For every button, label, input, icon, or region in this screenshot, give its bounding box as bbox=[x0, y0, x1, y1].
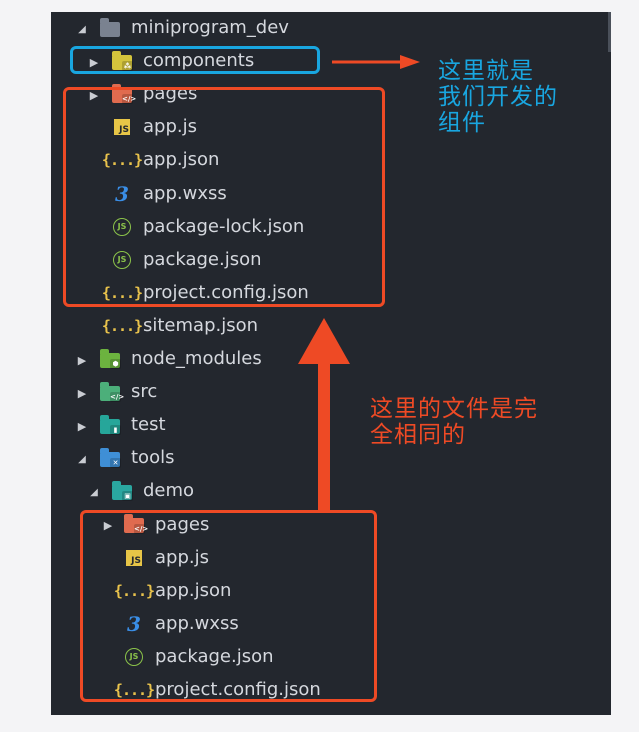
caret-right-icon[interactable]: ▶ bbox=[75, 419, 89, 433]
caret-right-icon[interactable]: ▶ bbox=[75, 353, 89, 367]
same-files-note: 这里的文件是完 全相同的 bbox=[370, 396, 538, 448]
src-files-highlight-box bbox=[63, 87, 385, 307]
test-folder-icon: ▮ bbox=[99, 414, 121, 435]
tree-item-label: node_modules bbox=[131, 348, 262, 369]
tree-item-label: miniprogram_dev bbox=[131, 17, 289, 38]
caret-down-icon[interactable]: ◢ bbox=[75, 452, 89, 466]
tree-row[interactable]: ▶ ⬢ node_modules bbox=[51, 343, 611, 376]
tree-item-label: tools bbox=[131, 447, 175, 469]
folder-open-icon bbox=[99, 17, 121, 38]
src-folder-icon: </> bbox=[99, 381, 124, 402]
tree-item-label: demo bbox=[143, 480, 195, 502]
tree-item-label: sitemap.json bbox=[143, 314, 259, 336]
caret-down-icon[interactable]: ◢ bbox=[87, 485, 101, 499]
demo-folder-icon: ▣ bbox=[111, 480, 133, 501]
node-modules-folder-icon: ⬢ bbox=[99, 348, 121, 369]
json-file-icon: {...} bbox=[101, 316, 143, 335]
tree-row[interactable]: ◢ miniprogram_dev bbox=[51, 12, 611, 45]
demo-files-highlight-box bbox=[80, 510, 377, 702]
tree-row[interactable]: {...} sitemap.json bbox=[51, 310, 611, 343]
tree-item-label: test bbox=[131, 414, 166, 436]
components-note: 这里就是 我们开发的 组件 bbox=[438, 58, 558, 136]
tools-folder-icon: ✕ bbox=[99, 447, 121, 468]
tree-row[interactable]: ◢ ▣ demo bbox=[51, 475, 611, 508]
scrollbar-thumb[interactable] bbox=[608, 12, 611, 52]
components-highlight-box bbox=[70, 46, 320, 74]
caret-right-icon[interactable]: ▶ bbox=[75, 386, 89, 400]
caret-down-icon[interactable]: ◢ bbox=[75, 22, 89, 36]
tree-item-label: src bbox=[131, 381, 158, 403]
